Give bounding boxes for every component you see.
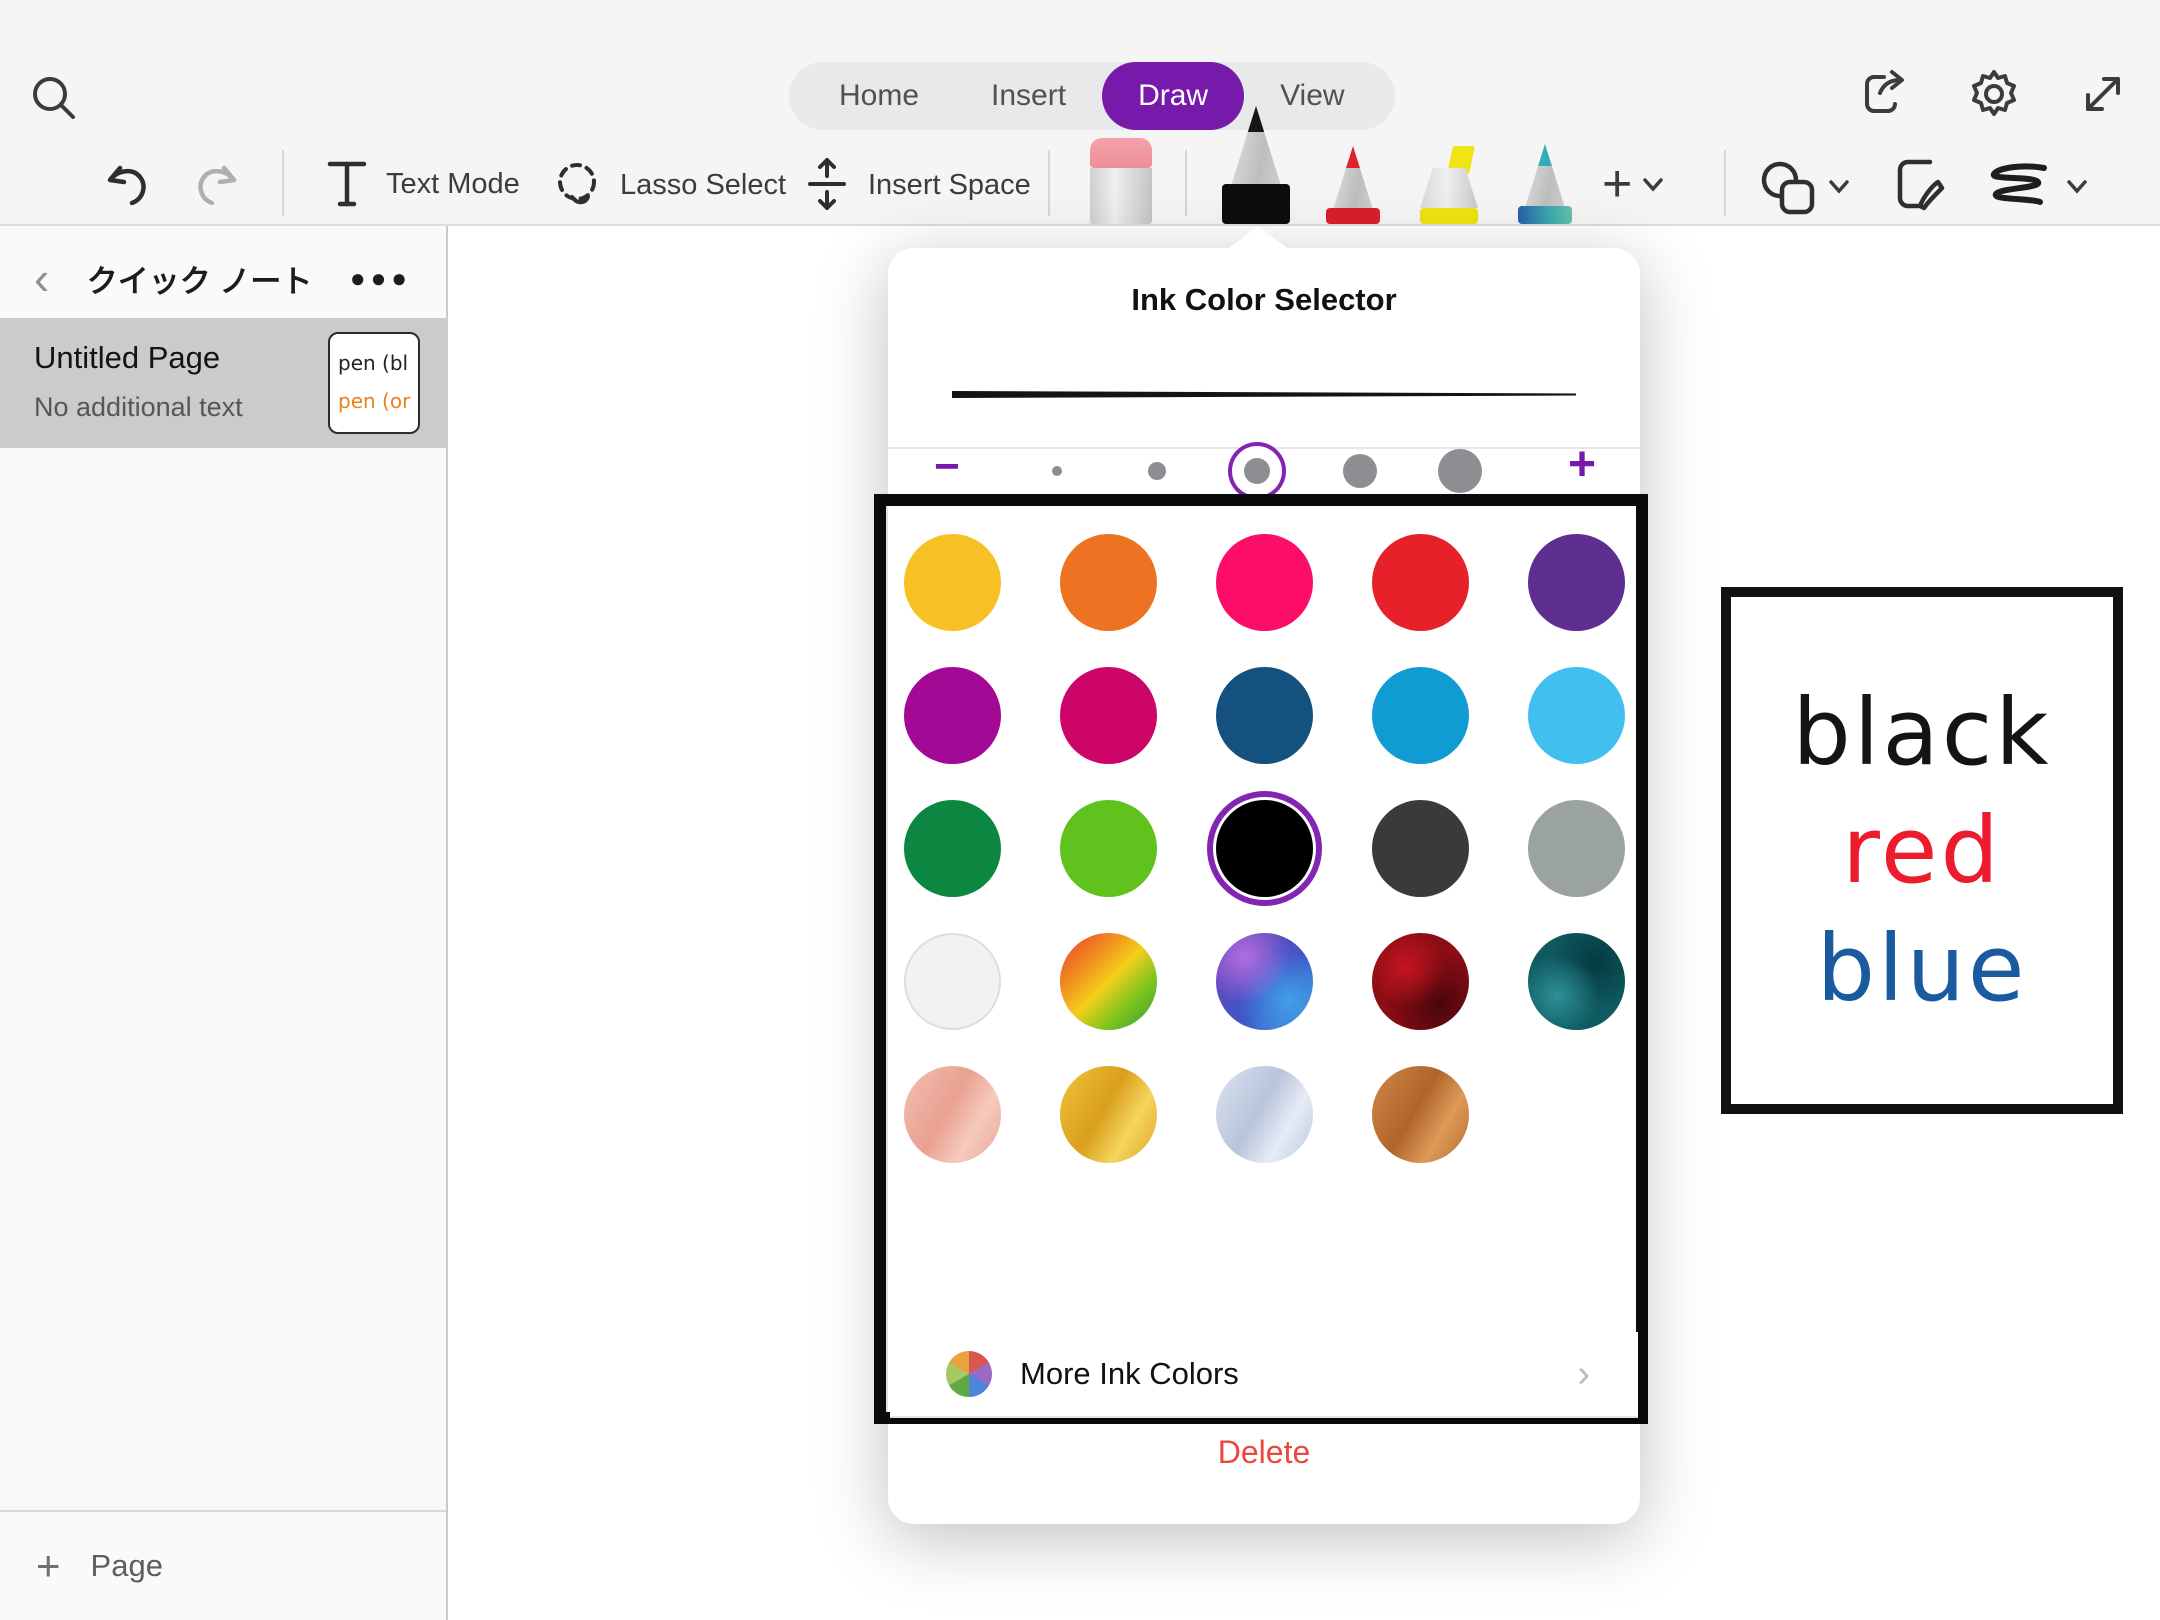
- stroke-width-preview: [952, 388, 1576, 406]
- color-swatch-bronze[interactable]: [1372, 1066, 1469, 1163]
- color-swatch-purple[interactable]: [1528, 534, 1625, 631]
- black-pen-tool[interactable]: [1222, 106, 1290, 224]
- chevron-down-icon: [2064, 173, 2090, 199]
- chevron-right-icon: ›: [1577, 1353, 1590, 1396]
- lasso-select-button[interactable]: Lasso Select: [548, 156, 786, 214]
- back-chevron-icon[interactable]: ‹: [34, 255, 49, 301]
- toolbar-divider: [1048, 150, 1050, 216]
- eraser-tool[interactable]: [1090, 138, 1152, 224]
- handwritten-word-red: red: [1842, 805, 2002, 897]
- lasso-icon: [548, 156, 606, 214]
- chevron-down-icon: [1826, 173, 1852, 199]
- increase-thickness-button[interactable]: +: [1568, 442, 1596, 488]
- color-swatch-gold[interactable]: [1060, 1066, 1157, 1163]
- teal-galaxy-pen-tool[interactable]: [1518, 144, 1572, 224]
- undo-button[interactable]: [100, 158, 156, 214]
- yellow-highlighter-tool[interactable]: [1420, 146, 1478, 224]
- notebook-title: クイック ノート: [49, 256, 350, 301]
- color-swatch-lava-red[interactable]: [1372, 933, 1469, 1030]
- scribble-icon: [1982, 160, 2054, 212]
- color-swatch-light-blue[interactable]: [1528, 667, 1625, 764]
- insert-space-icon: [800, 156, 854, 214]
- add-page-button[interactable]: + Page: [0, 1510, 446, 1620]
- redo-button[interactable]: [188, 158, 244, 214]
- text-mode-label: Text Mode: [386, 168, 520, 201]
- ink-annotation-box: black red blue: [1721, 587, 2123, 1114]
- ink-to-text-button[interactable]: [1890, 156, 1948, 216]
- popup-arrow: [1226, 226, 1290, 250]
- tab-home[interactable]: Home: [803, 62, 955, 130]
- thickness-dot-1[interactable]: [1052, 466, 1062, 476]
- color-swatch-gray[interactable]: [1528, 800, 1625, 897]
- search-icon[interactable]: [26, 70, 82, 126]
- color-swatch-black[interactable]: [1216, 800, 1313, 897]
- page-title: Untitled Page: [34, 340, 220, 376]
- color-swatch-magenta[interactable]: [904, 667, 1001, 764]
- delete-pen-button[interactable]: Delete: [888, 1434, 1640, 1471]
- color-swatch-dark-blue[interactable]: [1216, 667, 1313, 764]
- toolbar-divider: [282, 150, 284, 216]
- insert-space-button[interactable]: Insert Space: [800, 156, 1031, 214]
- color-wheel-icon: [946, 1351, 992, 1397]
- eraser-icon: [1090, 138, 1152, 168]
- ink-to-text-icon: [1890, 156, 1948, 216]
- top-toolbar: HomeInsertDrawView: [0, 0, 2160, 226]
- color-swatch-yellow[interactable]: [904, 534, 1001, 631]
- page-list-item-selected[interactable]: Untitled Page No additional text pen (bl…: [0, 318, 446, 448]
- shapes-icon: [1756, 156, 1818, 216]
- color-swatch-ocean-teal[interactable]: [1528, 933, 1625, 1030]
- color-swatch-white[interactable]: [904, 933, 1001, 1030]
- red-pen-tool[interactable]: [1326, 146, 1380, 224]
- thickness-dot-3[interactable]: [1244, 458, 1270, 484]
- ribbon-tabs: HomeInsertDrawView: [789, 62, 1395, 130]
- lasso-select-label: Lasso Select: [620, 169, 786, 202]
- tab-insert[interactable]: Insert: [955, 62, 1102, 130]
- add-page-label: Page: [91, 1548, 163, 1584]
- thickness-selector: − +: [888, 448, 1640, 494]
- ink-to-shape-button[interactable]: [1982, 160, 2090, 212]
- page-subtitle: No additional text: [34, 392, 243, 423]
- popup-title: Ink Color Selector: [888, 282, 1640, 318]
- handwritten-word-black: black: [1792, 687, 2051, 779]
- page-thumbnail: pen (blpen (or: [328, 332, 420, 434]
- chevron-down-icon: [1640, 171, 1666, 197]
- settings-gear-icon[interactable]: [1966, 66, 2022, 122]
- toolbar-divider: [1724, 150, 1726, 216]
- color-swatch-silver[interactable]: [1216, 1066, 1313, 1163]
- color-swatch-raspberry[interactable]: [1060, 667, 1157, 764]
- more-options-icon[interactable]: ●●●: [350, 263, 412, 294]
- more-ink-colors-button[interactable]: More Ink Colors ›: [890, 1332, 1638, 1418]
- more-ink-colors-label: More Ink Colors: [1020, 1356, 1239, 1392]
- ink-color-selector-popup: Ink Color Selector − + More Ink Colors ›…: [888, 248, 1640, 1524]
- add-pen-button[interactable]: +: [1602, 160, 1666, 208]
- text-mode-button[interactable]: Text Mode: [322, 156, 520, 212]
- fullscreen-expand-icon[interactable]: [2076, 67, 2130, 121]
- thumbnail-ink-text: pen (bl: [338, 344, 418, 382]
- color-swatch-light-green[interactable]: [1060, 800, 1157, 897]
- text-mode-icon: [322, 156, 372, 212]
- thumbnail-ink-text: pen (or: [338, 382, 418, 420]
- color-swatch-green[interactable]: [904, 800, 1001, 897]
- color-swatch-red[interactable]: [1372, 534, 1469, 631]
- color-swatch-cyan-blue[interactable]: [1372, 667, 1469, 764]
- color-swatch-galaxy[interactable]: [1216, 933, 1313, 1030]
- toolbar-divider: [1185, 150, 1187, 216]
- color-swatch-rose-gold[interactable]: [904, 1066, 1001, 1163]
- color-swatch-dark-gray[interactable]: [1372, 800, 1469, 897]
- thickness-dot-5[interactable]: [1438, 449, 1482, 493]
- color-swatch-orange[interactable]: [1060, 534, 1157, 631]
- share-icon[interactable]: [1858, 67, 1912, 121]
- color-swatch-glitter-rainbow[interactable]: [1060, 933, 1157, 1030]
- handwritten-word-blue: blue: [1817, 923, 2028, 1015]
- thickness-dot-4[interactable]: [1343, 454, 1377, 488]
- insert-space-label: Insert Space: [868, 169, 1031, 202]
- thickness-dot-2[interactable]: [1148, 462, 1166, 480]
- plus-icon: +: [36, 1545, 61, 1587]
- shapes-button[interactable]: [1756, 156, 1852, 216]
- page-sidebar: ‹ クイック ノート ●●● Untitled Page No addition…: [0, 226, 448, 1620]
- decrease-thickness-button[interactable]: −: [934, 444, 960, 490]
- color-swatch-grid: [888, 506, 1640, 1163]
- color-swatch-pink[interactable]: [1216, 534, 1313, 631]
- plus-icon: +: [1602, 160, 1632, 208]
